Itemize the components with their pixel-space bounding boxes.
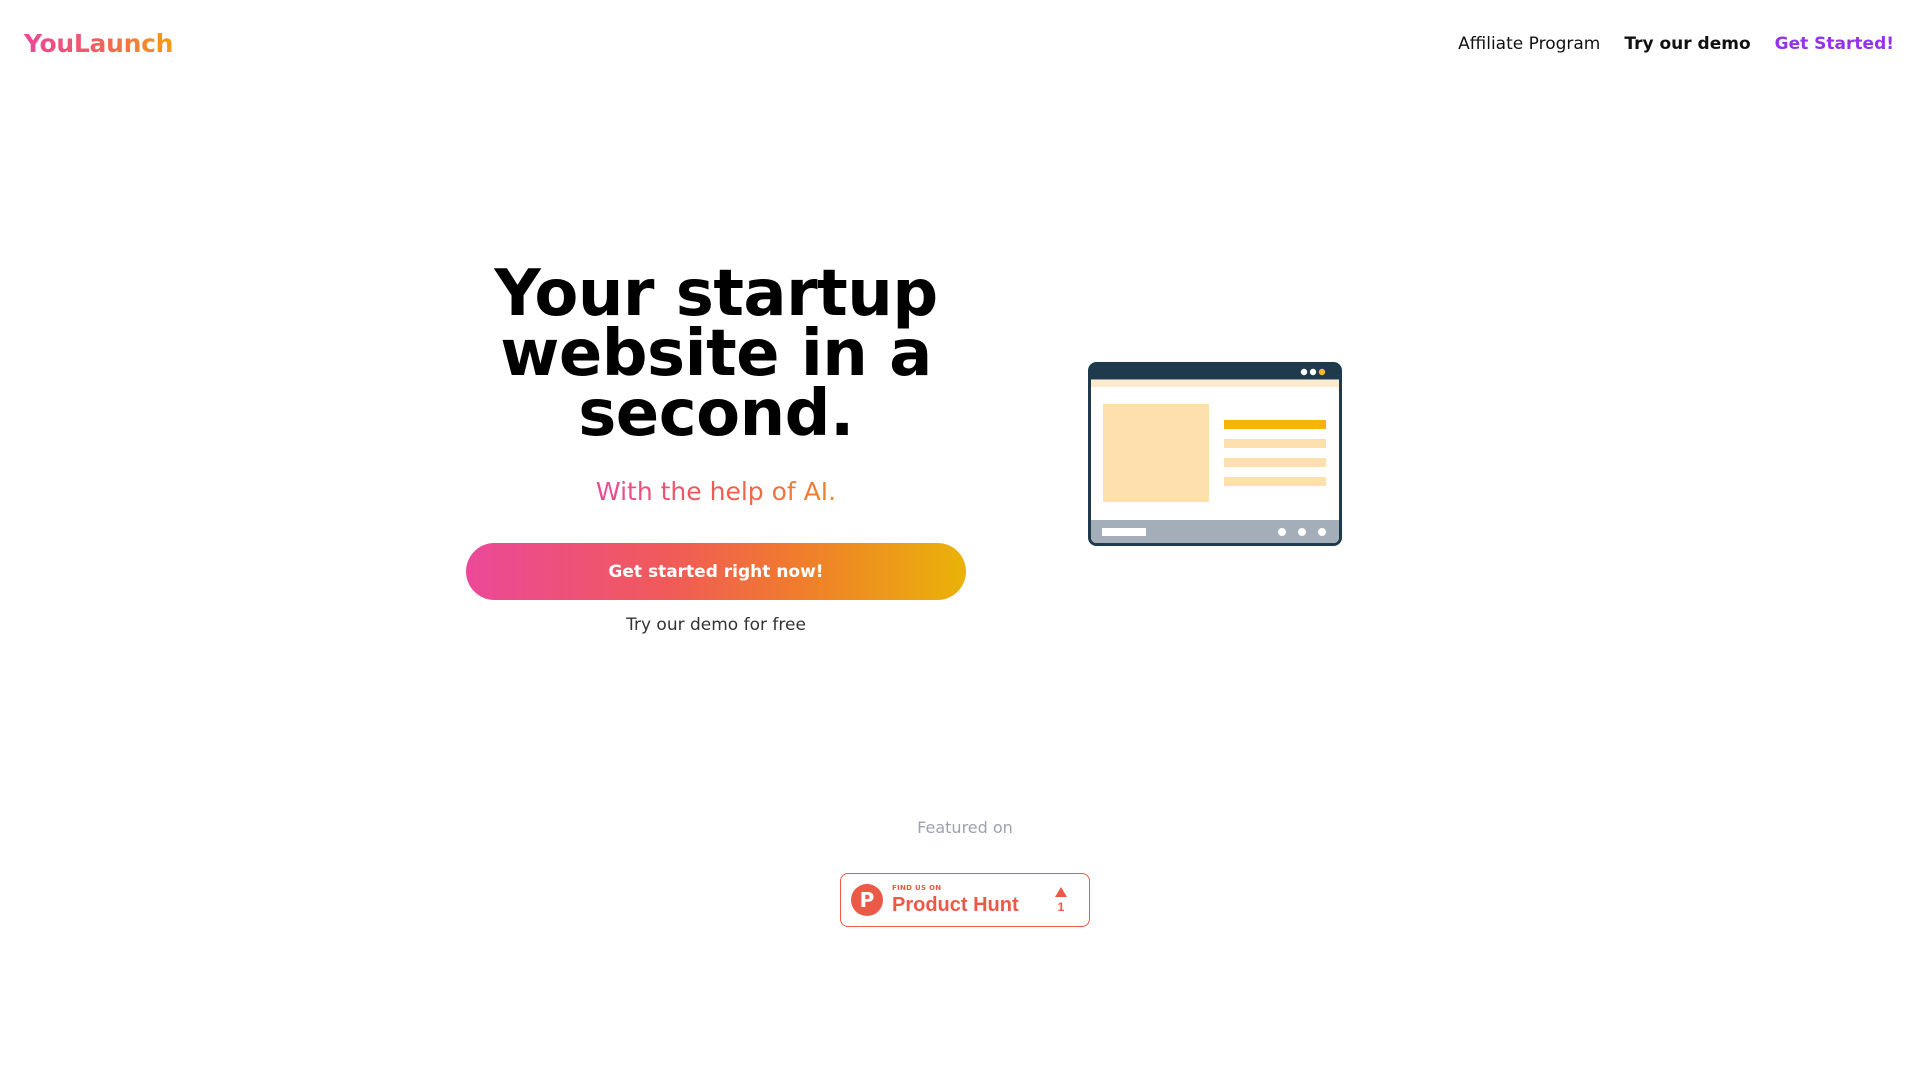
upvote-count: 1 (1057, 900, 1065, 914)
hero-title-line-3: second. (578, 377, 854, 451)
featured-on-label: Featured on (917, 818, 1013, 837)
top-nav: Affiliate Program Try our demo Get Start… (1458, 30, 1894, 58)
hero-subtitle: With the help of AI. (596, 474, 836, 510)
upvote-arrow-icon (1055, 887, 1067, 897)
product-hunt-kicker: FIND US ON (892, 883, 942, 892)
product-hunt-badge[interactable]: P FIND US ON Product Hunt 1 (840, 873, 1090, 927)
nav-try-demo-link[interactable]: Try our demo (1624, 30, 1750, 58)
hero-section: Your startup website in a second. With t… (466, 262, 966, 510)
product-hunt-text: FIND US ON Product Hunt (892, 884, 1019, 917)
landing-page: YouLaunch Affiliate Program Try our demo… (0, 0, 1920, 1080)
nav-get-started-link[interactable]: Get Started! (1775, 30, 1894, 58)
get-started-now-button[interactable]: Get started right now! (466, 543, 966, 600)
product-hunt-name: Product Hunt (892, 893, 1019, 916)
nav-affiliate-program-link[interactable]: Affiliate Program (1458, 30, 1600, 58)
try-demo-free-link[interactable]: Try our demo for free (466, 612, 966, 638)
youlaunch-logo[interactable]: YouLaunch (24, 26, 173, 62)
browser-window-illustration (1088, 362, 1342, 546)
product-hunt-vote: 1 (1055, 887, 1067, 913)
hero-title: Your startup website in a second. (466, 262, 966, 446)
product-hunt-logo-icon: P (851, 884, 883, 916)
